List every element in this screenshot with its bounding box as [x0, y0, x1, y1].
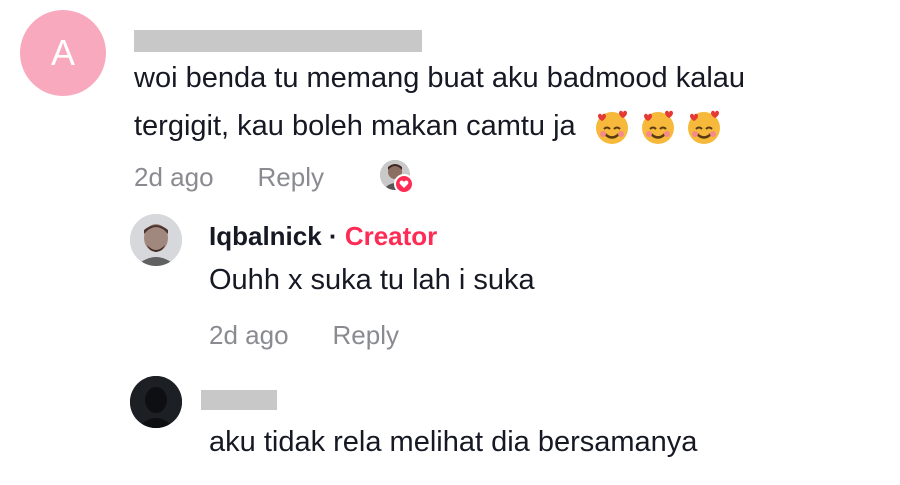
reply-button[interactable]: Reply	[333, 320, 399, 351]
avatar[interactable]	[130, 376, 182, 428]
smiling-face-with-hearts-icon	[641, 111, 674, 145]
reply-username-line: Iqbalnick · Creator	[209, 220, 437, 252]
reply-time: 2d ago	[209, 320, 289, 350]
reply-text: Ouhh x suka tu lah i suka	[209, 264, 535, 296]
comment-text-line-2: tergigit, kau boleh makan camtu ja	[134, 102, 724, 150]
reply-button[interactable]: Reply	[258, 162, 324, 193]
smiling-face-with-hearts-icon	[595, 111, 628, 145]
creator-badge: Creator	[344, 221, 438, 251]
reply-username[interactable]: Iqbalnick	[209, 221, 322, 251]
creator-liked-badge	[380, 160, 414, 194]
comment-text-line-1: woi benda tu memang buat aku badmood kal…	[134, 62, 746, 94]
username-separator: ·	[321, 221, 345, 251]
comment-meta: 2d ago Reply	[134, 162, 324, 193]
comment-text-line-2-content: tergigit, kau boleh makan camtu ja	[134, 110, 576, 142]
username-redaction	[201, 390, 277, 410]
username-redaction	[134, 30, 422, 52]
emoji-group	[592, 107, 724, 147]
smiling-face-with-hearts-icon	[687, 111, 720, 145]
heart-icon	[394, 174, 414, 194]
comment-time: 2d ago	[134, 162, 214, 192]
person-photo-icon	[130, 376, 182, 428]
avatar[interactable]	[130, 214, 182, 266]
reply-meta: 2d ago Reply	[209, 320, 399, 351]
person-photo-icon	[130, 214, 182, 266]
avatar[interactable]: A	[20, 10, 106, 96]
reply-text: aku tidak rela melihat dia bersamanya	[209, 426, 698, 458]
comment-thread: A user7142108354249 woi benda tu memang …	[0, 0, 900, 485]
